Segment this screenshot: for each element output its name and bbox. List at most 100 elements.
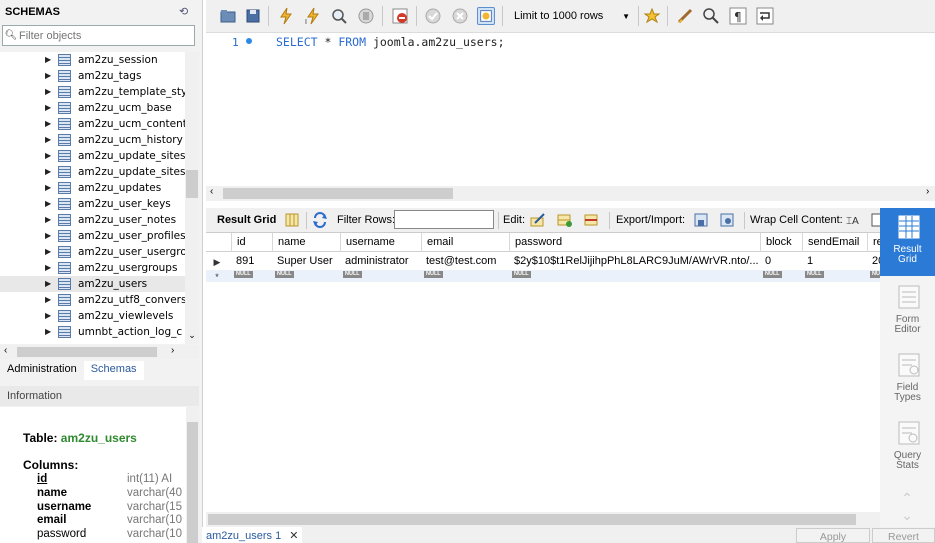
schema-tree-item[interactable]: ▶ am2zu_updates (0, 180, 185, 196)
form-editor-view-button[interactable]: Form Editor (880, 278, 935, 346)
word-wrap-icon[interactable] (756, 7, 774, 25)
grid-cell[interactable] (510, 270, 761, 289)
scroll-left-icon[interactable]: ‹ (210, 186, 213, 197)
find-icon[interactable] (702, 7, 720, 25)
grid-column-header[interactable]: username (341, 233, 422, 252)
close-icon[interactable]: ✕ (289, 530, 298, 542)
explain-icon[interactable] (330, 7, 348, 25)
schema-tree-item[interactable]: ▶ am2zu_ucm_base (0, 100, 185, 116)
expand-arrow-icon[interactable]: ▶ (45, 116, 53, 132)
import-icon[interactable] (719, 212, 735, 228)
schema-tree-item[interactable]: ▶ am2zu_viewlevels (0, 308, 185, 324)
expand-arrow-icon[interactable]: ▶ (45, 68, 53, 84)
open-folder-icon[interactable] (219, 7, 237, 25)
schema-tree-item[interactable]: ▶ umnbt_action_log_c (0, 324, 185, 340)
scroll-down-icon[interactable]: ⌄ (186, 330, 198, 341)
schema-tree-item[interactable]: ▶ am2zu_update_sites (0, 164, 185, 180)
expand-arrow-icon[interactable]: ▶ (45, 196, 53, 212)
schema-tree-item[interactable]: ▶ am2zu_users (0, 276, 185, 292)
filter-objects-input[interactable] (19, 29, 189, 42)
expand-arrow-icon[interactable]: ▶ (45, 244, 53, 260)
expand-arrow-icon[interactable]: ▶ (45, 292, 53, 308)
tree-vertical-scroll-thumb[interactable] (186, 170, 198, 198)
expand-arrow-icon[interactable]: ▶ (45, 308, 53, 324)
add-snippet-icon[interactable] (643, 7, 661, 25)
expand-arrow-icon[interactable]: ▶ (45, 132, 53, 148)
tree-horizontal-scroll-thumb[interactable] (17, 347, 157, 357)
schema-tree-item[interactable]: ▶ am2zu_user_keys (0, 196, 185, 212)
grid-layout-icon[interactable] (284, 212, 300, 228)
editor-horizontal-scroll-thumb[interactable] (223, 188, 453, 199)
expand-arrow-icon[interactable]: ▶ (45, 180, 53, 196)
schema-tree-item[interactable]: ▶ am2zu_user_usergro (0, 244, 185, 260)
expand-arrow-icon[interactable]: ▶ (45, 228, 53, 244)
scroll-right-icon[interactable]: › (926, 186, 929, 197)
schema-tree-item[interactable]: ▶ am2zu_update_sites (0, 148, 185, 164)
sql-statement[interactable]: SELECT * FROM joomla.am2zu_users; (276, 35, 505, 49)
autocommit-icon[interactable] (477, 7, 495, 25)
grid-column-header[interactable]: id (232, 233, 273, 252)
tree-vertical-scrollbar[interactable] (185, 52, 199, 344)
grid-new-row[interactable]: *NULLNULLNULLNULLNULLNULLNULLNULL (206, 270, 880, 282)
invisible-chars-icon[interactable]: ¶ (729, 7, 747, 25)
schema-tree-item[interactable]: ▶ am2zu_user_profiles (0, 228, 185, 244)
expand-arrow-icon[interactable]: ▶ (45, 260, 53, 276)
expand-arrow-icon[interactable]: ▶ (45, 164, 53, 180)
export-icon[interactable] (693, 212, 709, 228)
expand-arrow-icon[interactable]: ▶ (45, 100, 53, 116)
row-limit-select[interactable]: Limit to 1000 rows ▼ (508, 6, 634, 26)
query-stats-view-button[interactable]: Query Stats (880, 414, 935, 482)
expand-arrow-icon[interactable]: ▶ (45, 324, 53, 340)
sql-editor[interactable]: 1 SELECT * FROM joomla.am2zu_users; (206, 33, 935, 186)
result-grid-view-button[interactable]: Result Grid (880, 208, 935, 276)
grid-column-header[interactable]: password (510, 233, 761, 252)
scroll-right-icon[interactable]: › (171, 345, 174, 356)
schema-tree-item[interactable]: ▶ am2zu_tags (0, 68, 185, 84)
schema-tree-item[interactable]: ▶ am2zu_template_sty (0, 84, 185, 100)
beautify-icon[interactable] (676, 7, 694, 25)
schema-tree-item[interactable]: ▶ am2zu_ucm_history (0, 132, 185, 148)
expand-arrow-icon[interactable]: ▶ (45, 84, 53, 100)
edit-row-icon[interactable] (530, 212, 546, 228)
tab-schemas[interactable]: Schemas (83, 361, 144, 380)
wrap-text-icon[interactable]: ⌶A (844, 212, 860, 228)
result-tab[interactable]: am2zu_users 1 ✕ (202, 527, 303, 543)
stop-icon[interactable] (357, 7, 375, 25)
grid-horizontal-scroll-thumb[interactable] (208, 514, 856, 525)
refresh-results-icon[interactable] (312, 212, 328, 228)
commit-icon[interactable] (424, 7, 442, 25)
schema-tree-item[interactable]: ▶ am2zu_ucm_content (0, 116, 185, 132)
execute-current-icon[interactable]: I (304, 7, 322, 25)
field-types-view-button[interactable]: Field Types (880, 346, 935, 414)
tab-administration[interactable]: Administration (0, 361, 84, 380)
apply-button[interactable]: Apply (796, 528, 870, 543)
expand-arrow-icon[interactable]: ▶ (45, 212, 53, 228)
result-grid[interactable]: id name username email password block sendEmai… (206, 232, 880, 512)
revert-button[interactable]: Revert (872, 528, 935, 543)
grid-corner-cell[interactable] (206, 233, 232, 252)
expand-arrow-icon[interactable]: ▶ (45, 148, 53, 164)
scroll-left-icon[interactable]: ‹ (4, 345, 7, 356)
expand-arrow-icon[interactable]: ▶ (45, 276, 53, 292)
grid-column-header[interactable]: re (868, 233, 880, 252)
schema-tree-item[interactable]: ▶ am2zu_usergroups (0, 260, 185, 276)
panel-scroll-chevron-icon[interactable]: ⌃ ⌄ (897, 490, 917, 523)
new-row-marker[interactable]: * (206, 268, 228, 287)
grid-column-header[interactable]: name (273, 233, 341, 252)
save-icon[interactable] (244, 7, 262, 25)
schema-tree-item[interactable]: ▶ am2zu_utf8_conversi (0, 292, 185, 308)
schema-tree[interactable]: ▶ am2zu_session ▶ am2zu_tags ▶ am2zu_template… (0, 52, 185, 344)
schema-tree-item[interactable]: ▶ am2zu_session (0, 52, 185, 68)
toggle-stop-on-error-icon[interactable] (391, 7, 409, 25)
grid-column-header[interactable]: email (422, 233, 510, 252)
grid-column-header[interactable]: sendEmail (803, 233, 868, 252)
insert-row-icon[interactable] (557, 212, 573, 228)
rollback-icon[interactable] (451, 7, 469, 25)
expand-arrow-icon[interactable]: ▶ (45, 52, 53, 68)
schema-tree-item[interactable]: ▶ am2zu_user_notes (0, 212, 185, 228)
filter-rows-input[interactable] (394, 210, 494, 229)
refresh-icon[interactable]: ⟲ (179, 6, 191, 18)
grid-column-header[interactable]: block (761, 233, 803, 252)
delete-row-icon[interactable] (584, 212, 600, 228)
execute-icon[interactable] (277, 7, 295, 25)
